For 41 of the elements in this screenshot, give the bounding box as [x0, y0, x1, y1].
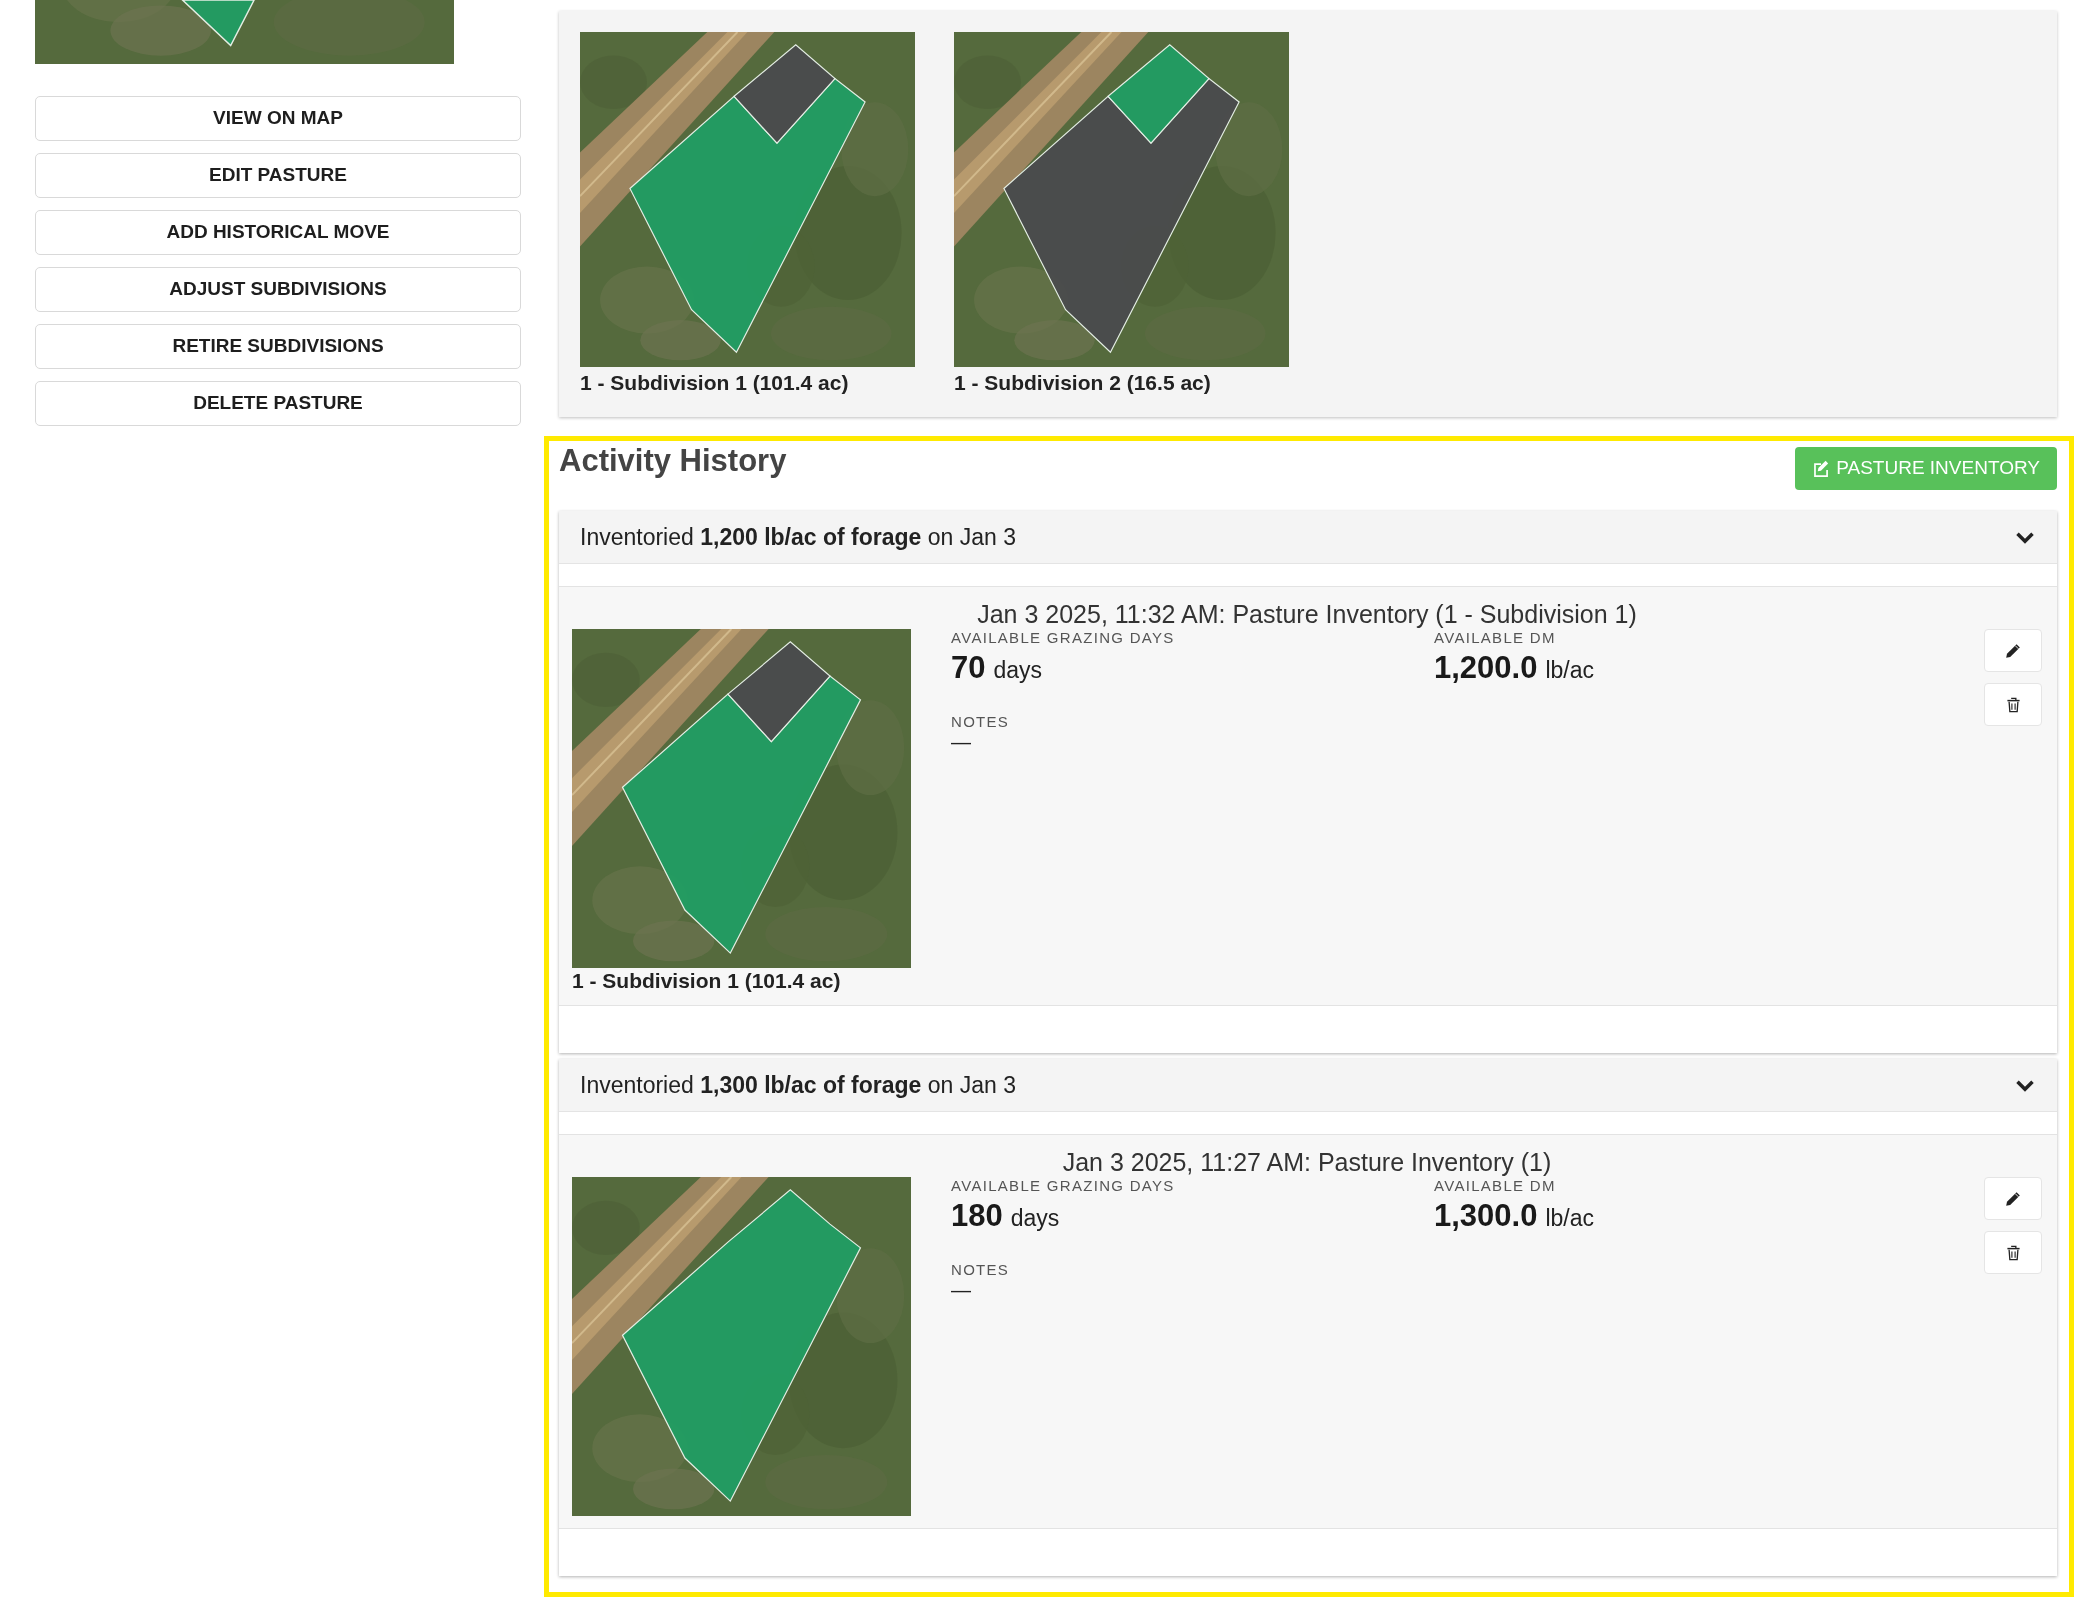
- section-heading: Activity History: [559, 443, 787, 479]
- chevron-down-icon: [2015, 1078, 2035, 1092]
- accordion-header[interactable]: Inventoried 1,200 lb/ac of forage on Jan 3: [559, 511, 2057, 564]
- pencil-icon: [2005, 642, 2021, 659]
- notes-label: NOTES: [951, 1261, 1011, 1279]
- stat-unit: days: [1010, 1205, 1060, 1231]
- edit-icon: [1812, 460, 1830, 477]
- entry-title: Jan 3 2025, 11:27 AM: Pasture Inventory (1): [1061, 1147, 1553, 1177]
- entry-title: Jan 3 2025, 11:32 AM: Pasture Inventory (1 - Subdivision 1): [976, 599, 1638, 629]
- stat-value: 1,200.0: [1434, 650, 1538, 685]
- notes-text: —: [951, 1279, 972, 1301]
- map-caption: 1 - Subdivision 1 (101.4 ac): [572, 968, 842, 993]
- map-caption: 1 - Subdivision 2 (16.5 ac): [954, 370, 1212, 396]
- stat-value: 180: [951, 1198, 1003, 1233]
- chevron-down-icon: [2015, 530, 2035, 544]
- sidebar-button[interactable]: DELETE PASTURE: [35, 381, 521, 426]
- stat-value: 1,300.0: [1434, 1198, 1538, 1233]
- sidebar-button[interactable]: ADJUST SUBDIVISIONS: [35, 267, 521, 312]
- stat-label: AVAILABLE GRAZING DAYS: [951, 1177, 1176, 1195]
- sidebar-button[interactable]: ADD HISTORICAL MOVE: [35, 210, 521, 255]
- delete-button[interactable]: [1984, 1231, 2042, 1274]
- sidebar-button[interactable]: EDIT PASTURE: [35, 153, 521, 198]
- edit-button[interactable]: [1984, 1177, 2042, 1220]
- notes-label: NOTES: [951, 713, 1011, 731]
- sidebar-button[interactable]: RETIRE SUBDIVISIONS: [35, 324, 521, 369]
- stat-unit: lb/ac: [1545, 657, 1595, 683]
- stat-label: AVAILABLE GRAZING DAYS: [951, 629, 1176, 647]
- sidebar-button[interactable]: VIEW ON MAP: [35, 96, 521, 141]
- trash-icon: [2005, 1244, 2021, 1261]
- map-caption: 1 - Subdivision 1 (101.4 ac): [580, 370, 850, 396]
- stat-value: 70: [951, 650, 986, 685]
- stat-unit: days: [993, 657, 1043, 683]
- stat-label: AVAILABLE DM: [1434, 1177, 1557, 1195]
- trash-icon: [2005, 696, 2021, 713]
- notes-text: —: [951, 731, 972, 753]
- edit-button[interactable]: [1984, 629, 2042, 672]
- accordion-header[interactable]: Inventoried 1,300 lb/ac of forage on Jan 3: [559, 1059, 2057, 1112]
- stat-unit: lb/ac: [1545, 1205, 1595, 1231]
- delete-button[interactable]: [1984, 683, 2042, 726]
- pencil-icon: [2005, 1190, 2021, 1207]
- stat-label: AVAILABLE DM: [1434, 629, 1557, 647]
